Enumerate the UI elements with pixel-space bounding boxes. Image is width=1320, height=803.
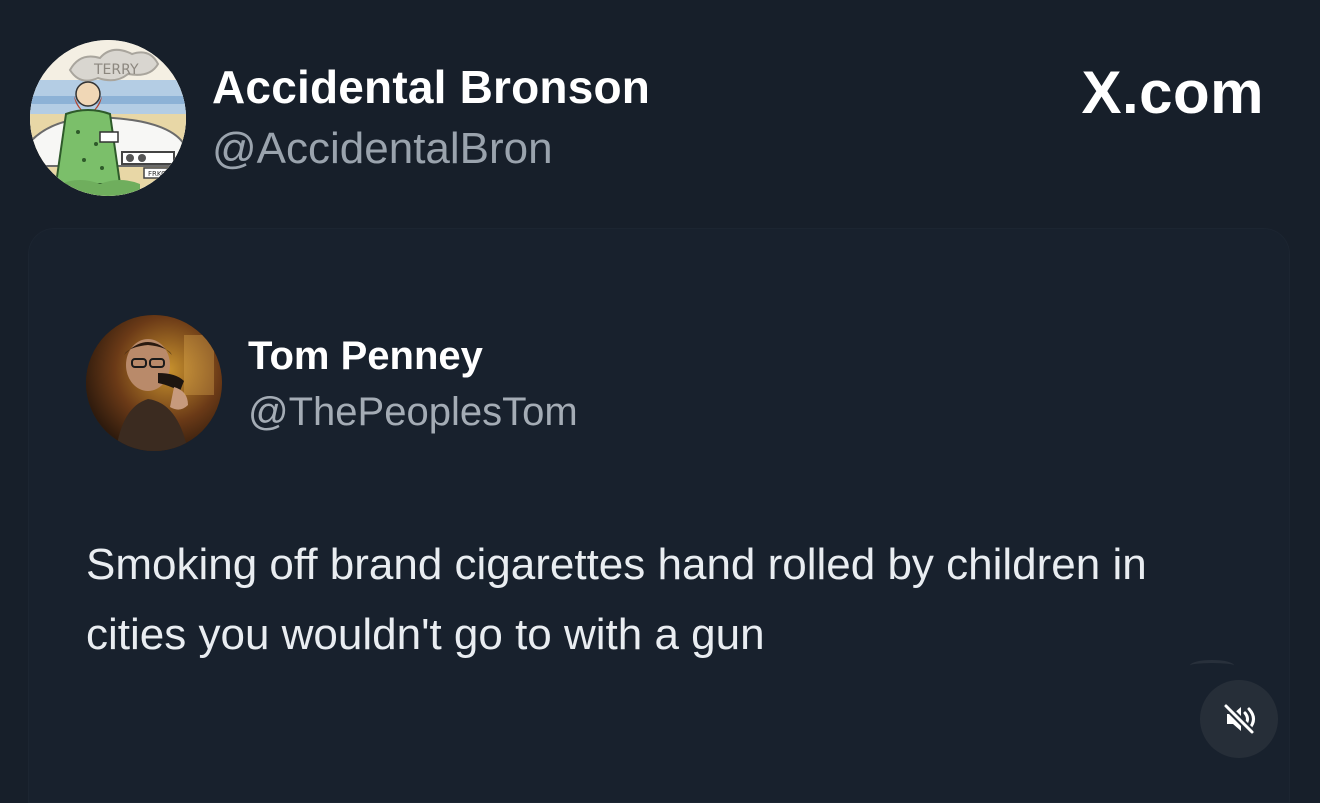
svg-text:TERRY: TERRY xyxy=(93,62,139,78)
poster-avatar[interactable]: TERRY FRKO xyxy=(30,40,186,196)
quoted-post-text: Smoking off brand cigarettes hand rolled… xyxy=(86,540,1147,659)
post-screenshot: TERRY FRKO Accidental Bronson @Accidenta… xyxy=(0,0,1320,803)
unmute-button[interactable] xyxy=(1200,680,1278,758)
poster-handle[interactable]: @AccidentalBron xyxy=(212,122,650,176)
quoted-author-identity: Tom Penney @ThePeoplesTom xyxy=(248,333,578,435)
post-header: TERRY FRKO Accidental Bronson @Accidenta… xyxy=(30,40,650,196)
quoted-post-author: Tom Penney @ThePeoplesTom xyxy=(86,315,578,451)
quoted-author-handle[interactable]: @ThePeoplesTom xyxy=(248,389,578,435)
brand-label: X.com xyxy=(1081,59,1264,126)
quoted-author-avatar[interactable] xyxy=(86,315,222,451)
decorative-arc xyxy=(1190,660,1234,671)
svg-text:FRKO: FRKO xyxy=(148,170,167,178)
quoted-author-name[interactable]: Tom Penney xyxy=(248,333,578,379)
poster-identity: Accidental Bronson @AccidentalBron xyxy=(212,60,650,176)
quoted-post-card[interactable]: Tom Penney @ThePeoplesTom Smoking off br… xyxy=(28,228,1290,803)
muted-speaker-icon xyxy=(1222,702,1256,736)
cartoon-avatar-icon: TERRY FRKO xyxy=(30,40,186,196)
photo-avatar-icon xyxy=(86,315,222,451)
poster-name[interactable]: Accidental Bronson xyxy=(212,60,650,114)
